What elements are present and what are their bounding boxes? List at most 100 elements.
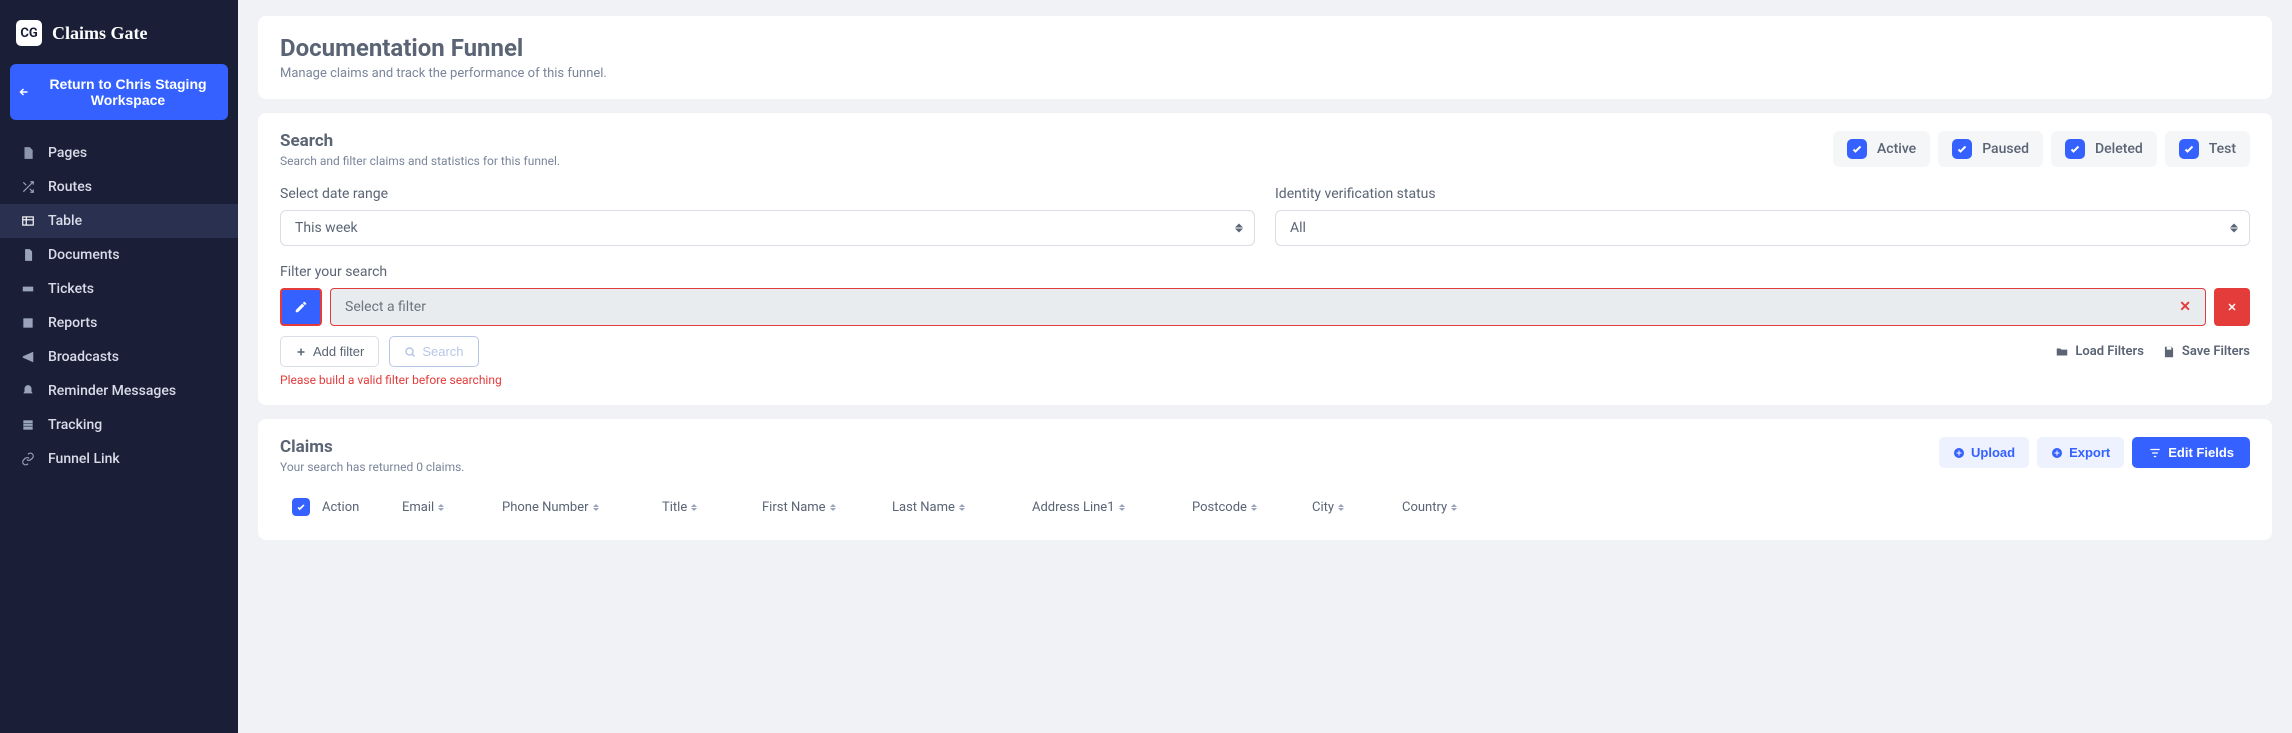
th-phone[interactable]: Phone Number bbox=[502, 500, 662, 515]
sidebar-item-tracking[interactable]: Tracking bbox=[0, 408, 238, 442]
main: Documentation Funnel Manage claims and t… bbox=[238, 0, 2292, 733]
export-button[interactable]: Export bbox=[2037, 437, 2124, 468]
plus-icon bbox=[295, 346, 307, 358]
nav: Pages Routes Table Documents Tickets Rep… bbox=[0, 136, 238, 476]
doc-icon bbox=[20, 248, 36, 262]
filter-error: Please build a valid filter before searc… bbox=[280, 373, 2250, 387]
brand-name: Claims Gate bbox=[52, 23, 147, 44]
th-email[interactable]: Email bbox=[402, 500, 502, 515]
arrow-left-icon bbox=[18, 86, 30, 98]
date-range-select[interactable]: This week bbox=[280, 210, 1255, 246]
th-lastname[interactable]: Last Name bbox=[892, 500, 1032, 515]
th-country[interactable]: Country bbox=[1402, 500, 1502, 515]
save-filters-label: Save Filters bbox=[2182, 344, 2250, 359]
sidebar-item-tickets[interactable]: Tickets bbox=[0, 272, 238, 306]
search-title: Search bbox=[280, 131, 560, 151]
status-label: Deleted bbox=[2095, 141, 2143, 157]
date-range-label: Select date range bbox=[280, 186, 1255, 202]
sort-icon bbox=[830, 504, 836, 511]
remove-filter-button[interactable] bbox=[2214, 288, 2250, 326]
sidebar-item-documents[interactable]: Documents bbox=[0, 238, 238, 272]
link-icon bbox=[20, 452, 36, 466]
return-button-label: Return to Chris Staging Workspace bbox=[36, 76, 220, 108]
nav-label: Broadcasts bbox=[48, 349, 119, 365]
nav-label: Reports bbox=[48, 315, 97, 331]
nav-label: Table bbox=[48, 213, 82, 229]
filter-select[interactable]: Select a filter ✕ bbox=[330, 288, 2206, 326]
status-label: Paused bbox=[1982, 141, 2029, 157]
th-city[interactable]: City bbox=[1312, 500, 1402, 515]
claims-panel: Claims Your search has returned 0 claims… bbox=[258, 419, 2272, 540]
load-filters-label: Load Filters bbox=[2075, 344, 2144, 359]
sidebar-item-funnel-link[interactable]: Funnel Link bbox=[0, 442, 238, 476]
add-filter-label: Add filter bbox=[313, 344, 364, 359]
ticket-icon bbox=[20, 282, 36, 296]
sidebar: CG Claims Gate Return to Chris Staging W… bbox=[0, 0, 238, 733]
filter-icon bbox=[2148, 446, 2162, 460]
th-firstname[interactable]: First Name bbox=[762, 500, 892, 515]
sidebar-item-broadcasts[interactable]: Broadcasts bbox=[0, 340, 238, 374]
report-icon bbox=[20, 316, 36, 330]
status-chip-deleted[interactable]: Deleted bbox=[2051, 131, 2157, 167]
upload-label: Upload bbox=[1971, 445, 2015, 460]
file-icon bbox=[20, 146, 36, 160]
sort-icon bbox=[959, 504, 965, 511]
nav-label: Pages bbox=[48, 145, 87, 161]
logo: CG Claims Gate bbox=[0, 12, 238, 64]
sort-icon bbox=[1119, 504, 1125, 511]
load-filters-button[interactable]: Load Filters bbox=[2055, 344, 2144, 359]
upload-button[interactable]: Upload bbox=[1939, 437, 2029, 468]
filter-placeholder: Select a filter bbox=[345, 299, 426, 315]
th-address[interactable]: Address Line1 bbox=[1032, 500, 1192, 515]
nav-label: Documents bbox=[48, 247, 120, 263]
tracking-icon bbox=[20, 418, 36, 432]
table-icon bbox=[20, 214, 36, 228]
sort-icon bbox=[1338, 504, 1344, 511]
sidebar-item-table[interactable]: Table bbox=[0, 204, 238, 238]
th-postcode[interactable]: Postcode bbox=[1192, 500, 1312, 515]
check-icon bbox=[1847, 139, 1867, 159]
sidebar-item-reminder[interactable]: Reminder Messages bbox=[0, 374, 238, 408]
th-title[interactable]: Title bbox=[662, 500, 762, 515]
page-title: Documentation Funnel bbox=[280, 34, 2250, 62]
nav-label: Tracking bbox=[48, 417, 102, 433]
plus-circle-icon bbox=[1953, 447, 1965, 459]
status-chip-paused[interactable]: Paused bbox=[1938, 131, 2043, 167]
close-icon bbox=[2226, 301, 2238, 313]
nav-label: Routes bbox=[48, 179, 92, 195]
sort-icon bbox=[1451, 504, 1457, 511]
identity-select[interactable]: All bbox=[1275, 210, 2250, 246]
select-all-checkbox[interactable] bbox=[292, 498, 310, 516]
add-filter-button[interactable]: Add filter bbox=[280, 336, 379, 367]
search-button[interactable]: Search bbox=[389, 336, 478, 367]
clear-filter-icon[interactable]: ✕ bbox=[2179, 299, 2191, 315]
sidebar-item-reports[interactable]: Reports bbox=[0, 306, 238, 340]
sort-icon bbox=[593, 504, 599, 511]
nav-label: Reminder Messages bbox=[48, 383, 176, 399]
bell-icon bbox=[20, 384, 36, 398]
folder-icon bbox=[2055, 345, 2069, 359]
search-button-label: Search bbox=[422, 344, 463, 359]
check-icon bbox=[2065, 139, 2085, 159]
status-label: Active bbox=[1877, 141, 1916, 157]
save-filters-button[interactable]: Save Filters bbox=[2162, 344, 2250, 359]
edit-fields-button[interactable]: Edit Fields bbox=[2132, 437, 2250, 468]
search-icon bbox=[404, 346, 416, 358]
save-icon bbox=[2162, 345, 2176, 359]
header-panel: Documentation Funnel Manage claims and t… bbox=[258, 16, 2272, 99]
status-chip-active[interactable]: Active bbox=[1833, 131, 1930, 167]
sidebar-item-routes[interactable]: Routes bbox=[0, 170, 238, 204]
th-action[interactable]: Action bbox=[322, 500, 402, 515]
identity-value: All bbox=[1275, 210, 2250, 246]
shuffle-icon bbox=[20, 180, 36, 194]
check-icon bbox=[2179, 139, 2199, 159]
identity-label: Identity verification status bbox=[1275, 186, 2250, 202]
filter-label: Filter your search bbox=[280, 264, 2250, 280]
table-header: Action Email Phone Number Title First Na… bbox=[280, 492, 2250, 522]
status-chip-test[interactable]: Test bbox=[2165, 131, 2250, 167]
broadcast-icon bbox=[20, 350, 36, 364]
sidebar-item-pages[interactable]: Pages bbox=[0, 136, 238, 170]
edit-filter-button[interactable] bbox=[280, 288, 322, 326]
return-button[interactable]: Return to Chris Staging Workspace bbox=[10, 64, 228, 120]
pencil-icon bbox=[294, 300, 308, 314]
